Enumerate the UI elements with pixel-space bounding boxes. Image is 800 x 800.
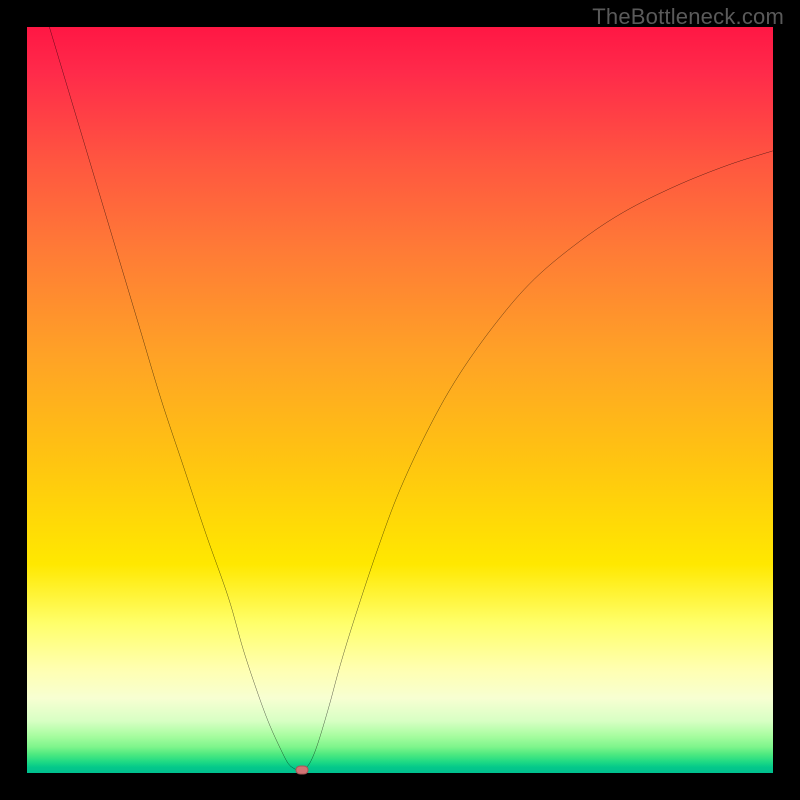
- optimal-point-marker: [295, 766, 308, 775]
- chart-plot-area: [27, 27, 773, 773]
- bottleneck-curve: [27, 27, 773, 773]
- attribution-text: TheBottleneck.com: [592, 4, 784, 30]
